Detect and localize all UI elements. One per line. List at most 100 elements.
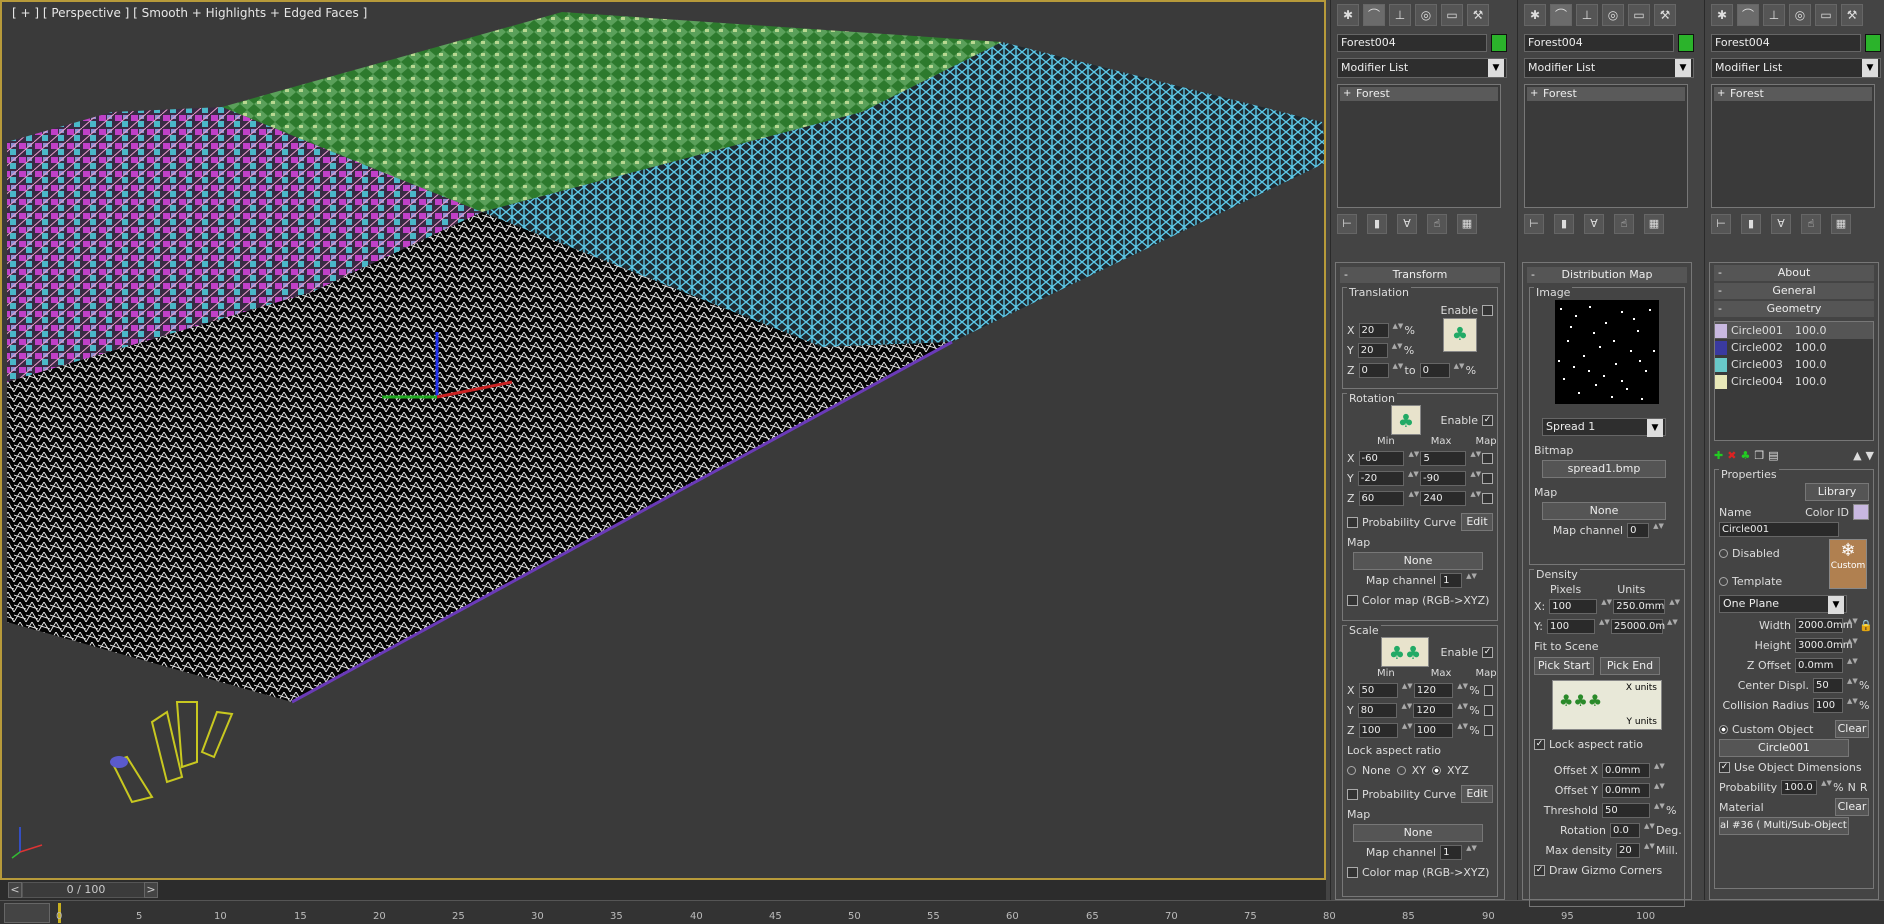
modifier-list-dropdown[interactable]: Modifier List — [1711, 58, 1881, 78]
color-id-swatch[interactable] — [1853, 504, 1869, 520]
scale-edit-button[interactable]: Edit — [1461, 785, 1493, 803]
copy-icon[interactable]: ❐ — [1754, 449, 1764, 462]
object-color-swatch[interactable] — [1678, 34, 1694, 52]
remove-modifier-icon[interactable]: ☝ — [1614, 214, 1634, 234]
spinner-arrows[interactable]: ▲▼ — [1402, 682, 1413, 698]
spinner-arrows[interactable]: ▲▼ — [1653, 522, 1664, 538]
show-end-icon[interactable]: ▮ — [1554, 214, 1574, 234]
geometry-list-item[interactable]: Circle002 100.0 — [1715, 339, 1873, 356]
threshold-input[interactable]: 50 — [1602, 802, 1650, 818]
scale-probability-checkbox[interactable] — [1347, 788, 1358, 800]
spinner-arrows[interactable]: ▲▼ — [1402, 722, 1413, 738]
move-down-icon[interactable]: ▼ — [1866, 449, 1874, 462]
rotation-input[interactable]: 0.0 — [1610, 822, 1640, 838]
rotation-z-min-input[interactable]: 60 — [1358, 490, 1405, 506]
rotation-y-min-input[interactable]: -20 — [1357, 470, 1405, 486]
scale-x-min-input[interactable]: 50 — [1358, 682, 1398, 698]
rotation-z-max-input[interactable]: 240 — [1420, 490, 1467, 506]
utilities-icon[interactable]: ⚒ — [1841, 4, 1863, 26]
scale-map-button[interactable]: None — [1353, 824, 1483, 842]
translation-y-input[interactable]: 20 — [1357, 342, 1388, 358]
lock-none-radio[interactable] — [1347, 765, 1356, 775]
stack-item[interactable]: Forest — [1714, 87, 1872, 101]
offset-x-input[interactable]: 0.0mm — [1602, 762, 1650, 778]
n-toggle[interactable]: N — [1848, 781, 1856, 794]
spinner-arrows[interactable]: ▲▼ — [1401, 702, 1412, 718]
z-offset-input[interactable]: 0.0mm — [1795, 657, 1843, 673]
rotation-colormap-checkbox[interactable] — [1347, 594, 1358, 606]
utilities-icon[interactable]: ⚒ — [1654, 4, 1676, 26]
utilities-icon[interactable]: ⚒ — [1467, 4, 1489, 26]
spinner-arrows[interactable]: ▲▼ — [1393, 362, 1404, 378]
create-icon[interactable]: ✱ — [1711, 4, 1733, 26]
collision-radius-input[interactable]: 100 — [1813, 697, 1843, 713]
spinner-arrows[interactable]: ▲▼ — [1466, 844, 1477, 860]
spinner-arrows[interactable]: ▲▼ — [1457, 722, 1468, 738]
scale-z-min-input[interactable]: 100 — [1358, 722, 1398, 738]
rotation-x-max-input[interactable]: 5 — [1420, 450, 1467, 466]
rotation-probability-checkbox[interactable] — [1347, 516, 1358, 528]
rotation-y-map-checkbox[interactable] — [1482, 472, 1494, 484]
stack-item[interactable]: Forest — [1340, 87, 1498, 101]
lock-xyz-radio[interactable] — [1431, 765, 1441, 775]
add-icon[interactable]: ✚ — [1714, 449, 1723, 462]
hierarchy-icon[interactable]: ⊥ — [1576, 4, 1598, 26]
modifier-stack[interactable]: Forest — [1337, 84, 1501, 208]
spinner-arrows[interactable]: ▲▼ — [1667, 618, 1678, 634]
distribution-map-button[interactable]: None — [1542, 502, 1666, 520]
remove-modifier-icon[interactable]: ☝ — [1427, 214, 1447, 234]
object-color-swatch[interactable] — [1491, 34, 1507, 52]
scale-y-max-input[interactable]: 120 — [1413, 702, 1454, 718]
pin-stack-icon[interactable]: ⊢ — [1524, 214, 1544, 234]
spinner-arrows[interactable]: ▲▼ — [1654, 762, 1665, 778]
scale-x-max-input[interactable]: 120 — [1413, 682, 1454, 698]
make-unique-icon[interactable]: ∀ — [1397, 214, 1417, 234]
spinner-arrows[interactable]: ▲▼ — [1644, 842, 1655, 858]
bitmap-file-button[interactable]: spread1.bmp — [1542, 460, 1666, 478]
modify-icon[interactable]: ⌒ — [1737, 4, 1759, 26]
distribution-map-channel-input[interactable]: 0 — [1627, 522, 1650, 538]
density-units-y-input[interactable]: 25000.0m — [1610, 618, 1665, 634]
stack-item[interactable]: Forest — [1527, 87, 1685, 101]
display-icon[interactable]: ▭ — [1441, 4, 1463, 26]
spinner-arrows[interactable]: ▲▼ — [1847, 617, 1858, 633]
geometry-list-item[interactable]: Circle001 100.0 — [1715, 322, 1873, 339]
motion-icon[interactable]: ◎ — [1789, 4, 1811, 26]
rotation-x-min-input[interactable]: -60 — [1358, 450, 1405, 466]
custom-object-clear-button[interactable]: Clear — [1835, 720, 1869, 738]
spinner-arrows[interactable]: ▲▼ — [1457, 702, 1468, 718]
timeline[interactable]: < 0 / 100 > — [0, 880, 1326, 900]
object-name-input[interactable]: Forest004 — [1337, 34, 1487, 52]
modify-icon[interactable]: ⌒ — [1363, 4, 1385, 26]
density-pixels-x-input[interactable]: 100 — [1549, 598, 1598, 614]
motion-icon[interactable]: ◎ — [1602, 4, 1624, 26]
display-icon[interactable]: ▭ — [1628, 4, 1650, 26]
offset-y-input[interactable]: 0.0mm — [1602, 782, 1650, 798]
density-units-x-input[interactable]: 250.0mm — [1613, 598, 1666, 614]
create-icon[interactable]: ✱ — [1524, 4, 1546, 26]
spinner-arrows[interactable]: ▲▼ — [1654, 802, 1665, 818]
lock-xy-radio[interactable] — [1396, 765, 1406, 775]
viewport-label[interactable]: [ + ] [ Perspective ] [ Smooth + Highlig… — [12, 6, 367, 20]
about-rollout-header[interactable]: About — [1714, 265, 1874, 281]
translation-enable-checkbox[interactable] — [1482, 304, 1493, 316]
lock-aspect-checkbox[interactable]: ✓ — [1534, 738, 1545, 750]
geometry-list-item[interactable]: Circle003 100.0 — [1715, 356, 1873, 373]
make-unique-icon[interactable]: ∀ — [1771, 214, 1791, 234]
motion-icon[interactable]: ◎ — [1415, 4, 1437, 26]
show-end-icon[interactable]: ▮ — [1367, 214, 1387, 234]
rollout-header[interactable]: Transform — [1340, 267, 1500, 283]
modifier-list-dropdown[interactable]: Modifier List — [1337, 58, 1507, 78]
rotation-x-map-checkbox[interactable] — [1482, 452, 1493, 464]
show-end-icon[interactable]: ▮ — [1741, 214, 1761, 234]
library-button[interactable]: Library — [1805, 483, 1869, 501]
scale-y-min-input[interactable]: 80 — [1357, 702, 1398, 718]
distribution-bitmap-preview[interactable] — [1555, 300, 1659, 404]
spinner-arrows[interactable]: ▲▼ — [1669, 598, 1680, 614]
pick-end-button[interactable]: Pick End — [1600, 657, 1660, 675]
spinner-arrows[interactable]: ▲▼ — [1466, 572, 1477, 588]
general-rollout-header[interactable]: General — [1714, 283, 1874, 299]
modifier-stack[interactable]: Forest — [1711, 84, 1875, 208]
pin-stack-icon[interactable]: ⊢ — [1711, 214, 1731, 234]
lock-icon[interactable]: 🔒 — [1859, 619, 1873, 632]
